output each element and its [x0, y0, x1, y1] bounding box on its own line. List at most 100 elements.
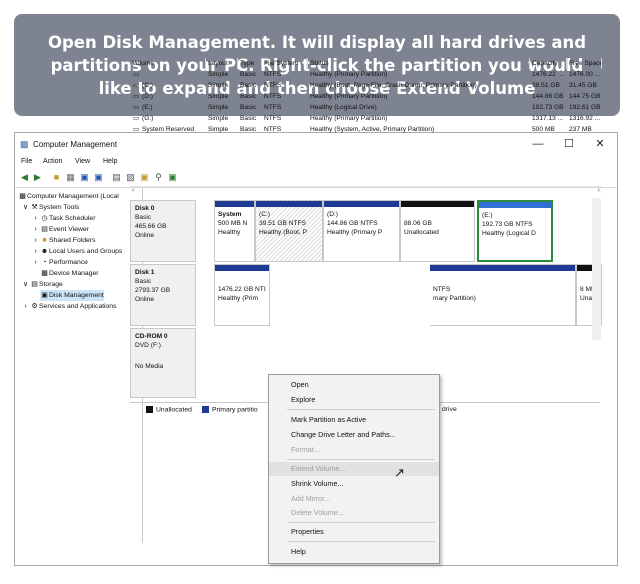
performance-icon: ◔ — [42, 259, 47, 266]
computer-icon: ▩ — [19, 193, 26, 200]
disk-size: 465.66 GB — [135, 223, 167, 230]
table-cell-volume[interactable]: (G:) — [140, 114, 206, 124]
tree-item-system-tools[interactable]: ∨ ⚒System Tools — [21, 202, 79, 213]
column-header-file-system[interactable]: File System — [262, 58, 308, 69]
partition-c[interactable]: (C:) 39.51 GB NTFS Healthy (Boot, P — [255, 200, 323, 262]
table-cell: Simple — [208, 82, 229, 89]
table-cell: Basic — [240, 71, 257, 78]
legend-logical-drive: drive — [442, 406, 457, 413]
tree-item-services-applications[interactable]: › ⚙Services and Applications — [21, 301, 116, 312]
table-cell: NTFS — [264, 115, 282, 122]
scroll-left-icon[interactable]: ‹ — [132, 187, 134, 194]
partition-disk1-g[interactable]: NTFS mary Partition) — [430, 264, 576, 326]
table-cell: 31.45 GB — [569, 82, 597, 89]
vertical-scrollbar[interactable] — [592, 198, 601, 340]
menu-item-mark-active[interactable]: Mark Partition as Active — [269, 413, 439, 427]
table-cell: Simple — [208, 71, 229, 78]
table-cell: Basic — [240, 115, 257, 122]
partition-bar — [215, 265, 269, 271]
app-icon: ▩ — [20, 139, 29, 149]
partition-disk1-primary[interactable]: 1476.22 GB NTI Healthy (Prim — [214, 264, 270, 326]
menu-item-extend-volume[interactable]: Extend Volume... — [269, 462, 439, 476]
table-cell: NTFS — [264, 104, 282, 111]
disk-1-label[interactable]: Disk 1 Basic 2793.37 GB Online — [130, 264, 196, 326]
tree-item-local-users[interactable]: › ☻Local Users and Groups — [31, 246, 122, 257]
navigation-tree: ▩Computer Management (Local ∨ ⚒System Too… — [15, 188, 143, 543]
table-cell: 237 MB — [569, 126, 592, 133]
disk-0-label[interactable]: Disk 0 Basic 465.66 GB Online — [130, 200, 196, 262]
partition-e[interactable]: (E:) 192.73 GB NTFS Healthy (Logical D — [477, 200, 553, 262]
table-cell: 500 MB — [532, 126, 555, 133]
partition-system-reserved[interactable]: System 500 MB N Healthy — [214, 200, 255, 262]
menu-separator — [287, 522, 435, 523]
help-icon[interactable]: ▣ — [93, 172, 104, 183]
table-cell: NTFS — [264, 93, 282, 100]
table-cell: Simple — [208, 93, 229, 100]
tree-item-task-scheduler[interactable]: › ◷Task Scheduler — [31, 213, 95, 224]
menu-action[interactable]: Action — [43, 158, 62, 165]
table-cell-volume[interactable] — [140, 70, 206, 80]
menu-help[interactable]: Help — [103, 158, 117, 165]
menu-item-shrink-volume[interactable]: Shrink Volume... — [269, 477, 439, 491]
export-list-icon[interactable]: ▤ — [111, 172, 122, 183]
disk-type: Basic — [135, 278, 152, 285]
partition-d[interactable]: (D:) 144.86 GB NTFS Healthy (Primary P — [323, 200, 400, 262]
table-cell: NTFS — [264, 82, 282, 89]
table-cell: 1476.22 ... — [532, 71, 564, 78]
table-cell: NTFS — [264, 71, 282, 78]
disk-name: Disk 1 — [135, 269, 155, 276]
scroll-right-icon[interactable]: › — [598, 187, 600, 194]
column-header-capacity[interactable]: Capacity — [530, 58, 567, 69]
forward-arrow-icon[interactable]: ▶ — [32, 172, 43, 183]
table-cell: Basic — [240, 126, 257, 133]
storage-icon: ▤ — [31, 281, 38, 288]
properties-icon[interactable]: ▣ — [79, 172, 90, 183]
disk-size: 2793.37 GB — [135, 287, 171, 294]
tree-item-computer-management[interactable]: ▩Computer Management (Local — [18, 191, 119, 202]
tree-item-disk-management[interactable]: ▣Disk Management — [40, 290, 104, 301]
tools-icon: ⚒ — [31, 204, 38, 211]
tree-item-device-manager[interactable]: ▩Device Manager — [40, 268, 98, 279]
tree-item-event-viewer[interactable]: › ▤Event Viewer — [31, 224, 89, 235]
menu-item-format[interactable]: Format... — [269, 443, 439, 457]
table-cell-volume[interactable]: (E:) — [140, 103, 206, 113]
table-cell-volume[interactable]: (C:) — [140, 81, 206, 91]
table-cell: Healthy (Boot, Page File, Crash Dump, Pr… — [310, 82, 477, 89]
column-header-free-space[interactable]: Free Space — [567, 58, 602, 69]
tree-item-performance[interactable]: › ◔ Performance — [31, 257, 88, 268]
horizontal-scrollbar[interactable]: ‹ › — [130, 186, 602, 196]
column-header-status[interactable]: Status — [308, 58, 530, 69]
table-cell-volume[interactable]: System Reserved — [140, 125, 206, 135]
services-icon: ⚙ — [31, 303, 38, 310]
disk-status: No Media — [135, 363, 164, 370]
disk-icon: ▣ — [41, 292, 48, 299]
column-header-type[interactable]: Type — [238, 58, 262, 69]
menu-item-add-mirror[interactable]: Add Mirror... — [269, 492, 439, 506]
window-title: Computer Management — [33, 140, 118, 149]
menu-file[interactable]: File — [21, 158, 32, 165]
column-header-volume[interactable]: Volume — [130, 58, 206, 69]
table-cell: Simple — [208, 104, 229, 111]
cdrom-0-label[interactable]: CD-ROM 0 DVD (F:) No Media — [130, 328, 196, 398]
menu-item-explore[interactable]: Explore — [269, 393, 439, 407]
menu-item-change-drive-letter[interactable]: Change Drive Letter and Paths... — [269, 428, 439, 442]
up-folder-icon[interactable]: ■ — [51, 172, 62, 183]
tree-item-shared-folders[interactable]: › ■ Shared Folders — [31, 235, 95, 246]
column-header-layout[interactable]: Layout — [206, 58, 238, 69]
table-cell: Simple — [208, 115, 229, 122]
menu-item-help[interactable]: Help — [269, 545, 439, 559]
table-cell-volume[interactable]: (D:) — [140, 92, 206, 102]
partition-unallocated[interactable]: 88.06 GB Unallocated — [400, 200, 475, 262]
show-hide-tree-icon[interactable]: ▦ — [65, 172, 76, 183]
partition-bar — [430, 265, 575, 271]
back-arrow-icon[interactable]: ◀ — [19, 172, 30, 183]
tree-item-storage[interactable]: ∨ ▤Storage — [21, 279, 63, 290]
partition-bar — [324, 201, 399, 207]
menu-view[interactable]: View — [75, 158, 90, 165]
table-cell: Healthy (Primary Partition) — [310, 115, 388, 122]
menu-item-properties[interactable]: Properties — [269, 525, 439, 539]
table-cell: 144.86 GB — [532, 93, 564, 100]
table-cell: 1317.13 ... — [532, 115, 564, 122]
menu-item-delete-volume[interactable]: Delete Volume... — [269, 506, 439, 520]
menu-item-open[interactable]: Open — [269, 378, 439, 392]
